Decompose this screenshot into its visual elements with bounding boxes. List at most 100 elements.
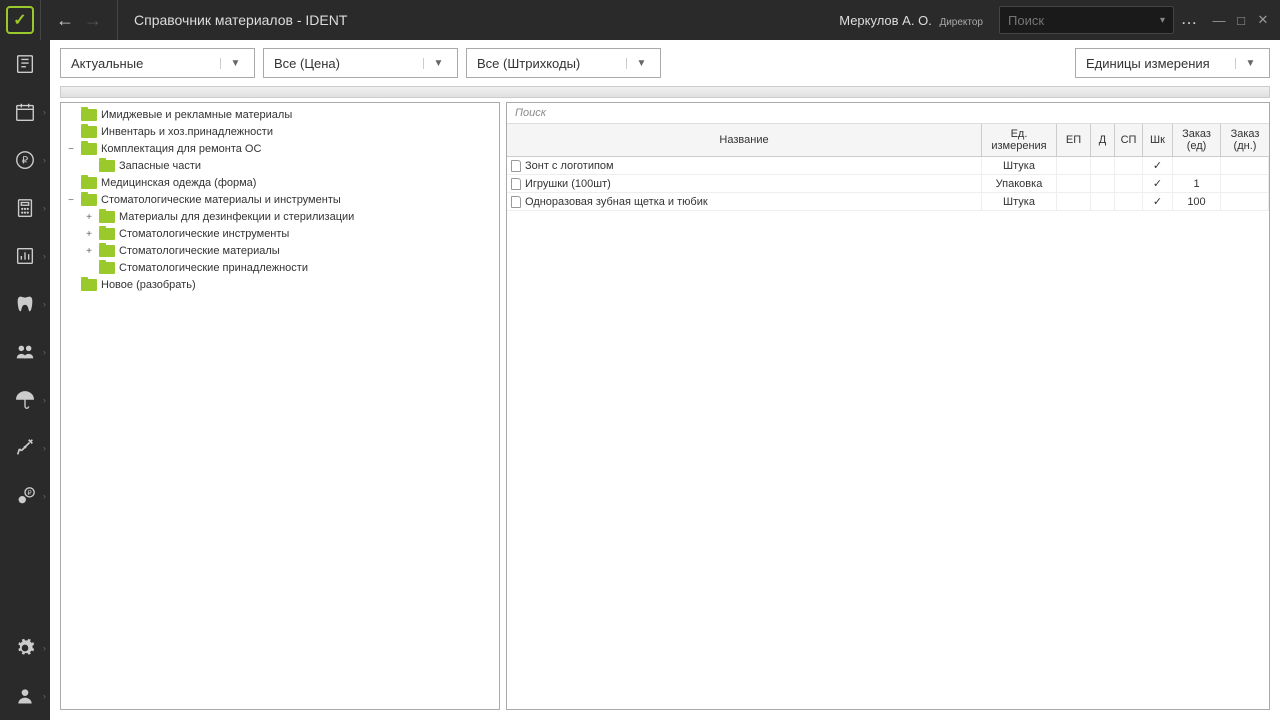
color-bar bbox=[60, 86, 1270, 98]
sidebar-item-refund[interactable]: ₽ › bbox=[0, 472, 50, 520]
table-row[interactable]: Игрушки (100шт)Упаковка✓1 bbox=[507, 175, 1269, 193]
back-button[interactable]: ← bbox=[51, 6, 79, 34]
forward-button[interactable]: → bbox=[79, 6, 107, 34]
col-shk[interactable]: Шк bbox=[1143, 124, 1173, 156]
tree-node[interactable]: Имиджевые и рекламные материалы bbox=[65, 107, 495, 123]
cell-order-days bbox=[1221, 193, 1269, 210]
sidebar-item-ruble[interactable]: ₽ › bbox=[0, 136, 50, 184]
filter-units[interactable]: Единицы измерения ▼ bbox=[1075, 48, 1270, 78]
col-order-ed[interactable]: Заказ (ед) bbox=[1173, 124, 1221, 156]
folder-icon bbox=[99, 160, 115, 172]
folder-icon bbox=[81, 109, 97, 121]
folder-icon bbox=[81, 126, 97, 138]
global-search[interactable]: ▾ bbox=[999, 6, 1174, 34]
sidebar-item-card[interactable] bbox=[0, 40, 50, 88]
tree-node[interactable]: Новое (разобрать) bbox=[65, 277, 495, 293]
app-logo[interactable]: ✓ bbox=[0, 0, 40, 40]
page-title: Справочник материалов - IDENT bbox=[118, 12, 827, 28]
sidebar-item-calendar[interactable]: › bbox=[0, 88, 50, 136]
col-name[interactable]: Название bbox=[507, 124, 982, 156]
expand-icon[interactable]: + bbox=[83, 246, 95, 257]
tree-node[interactable]: Стоматологические принадлежности bbox=[65, 260, 495, 276]
chevron-down-icon: ▼ bbox=[1235, 58, 1259, 69]
col-order-days[interactable]: Заказ (дн.) bbox=[1221, 124, 1269, 156]
folder-icon bbox=[99, 245, 115, 257]
category-tree[interactable]: Имиджевые и рекламные материалы Инвентарь… bbox=[60, 102, 500, 710]
filter-status[interactable]: Актуальные ▼ bbox=[60, 48, 255, 78]
tree-label: Новое (разобрать) bbox=[101, 279, 196, 291]
folder-icon bbox=[81, 194, 97, 206]
cell-sp bbox=[1115, 157, 1143, 174]
sidebar-item-syringe[interactable]: › bbox=[0, 424, 50, 472]
cell-order-days bbox=[1221, 157, 1269, 174]
user-name[interactable]: Меркулов А. О. Директор bbox=[827, 13, 995, 28]
sidebar-item-umbrella[interactable]: › bbox=[0, 376, 50, 424]
table-header-row: Название Ед. измерения ЕП Д СП Шк Заказ … bbox=[507, 124, 1269, 157]
expand-icon[interactable]: + bbox=[83, 229, 95, 240]
folder-icon bbox=[81, 177, 97, 189]
expand-icon[interactable]: − bbox=[65, 195, 77, 206]
tree-node[interactable]: −Стоматологические материалы и инструмен… bbox=[65, 192, 495, 208]
table-row[interactable]: Одноразовая зубная щетка и тюбикШтука ✓10… bbox=[507, 193, 1269, 211]
cell-shk: ✓ bbox=[1143, 157, 1173, 174]
svg-text:₽: ₽ bbox=[28, 490, 32, 497]
search-input[interactable] bbox=[1008, 13, 1156, 28]
tree-label: Материалы для дезинфекции и стерилизации bbox=[119, 211, 354, 223]
sidebar-item-tooth[interactable]: › bbox=[0, 280, 50, 328]
col-ep[interactable]: ЕП bbox=[1057, 124, 1091, 156]
tree-label: Инвентарь и хоз.принадлежности bbox=[101, 126, 273, 138]
content-area: Актуальные ▼ Все (Цена) ▼ Все (Штрихкоды… bbox=[50, 40, 1280, 720]
tree-node[interactable]: Запасные части bbox=[65, 158, 495, 174]
page-icon bbox=[511, 196, 521, 208]
titlebar: ✓ ← → Справочник материалов - IDENT Мерк… bbox=[0, 0, 1280, 40]
sidebar-item-settings[interactable]: › bbox=[0, 624, 50, 672]
more-button[interactable]: ... bbox=[1178, 13, 1202, 27]
cell-ep bbox=[1057, 175, 1091, 192]
chevron-down-icon: ▼ bbox=[220, 58, 244, 69]
table-row[interactable]: Зонт с логотипомШтука✓ bbox=[507, 157, 1269, 175]
cell-unit: Штука bbox=[982, 193, 1057, 210]
cell-shk: ✓ bbox=[1143, 193, 1173, 210]
materials-table: Поиск Название Ед. измерения ЕП Д СП Шк … bbox=[506, 102, 1270, 710]
filter-price[interactable]: Все (Цена) ▼ bbox=[263, 48, 458, 78]
tree-node[interactable]: Медицинская одежда (форма) bbox=[65, 175, 495, 191]
cell-name: Одноразовая зубная щетка и тюбик bbox=[507, 193, 982, 210]
cell-name: Зонт с логотипом bbox=[507, 157, 982, 174]
maximize-button[interactable]: □ bbox=[1230, 9, 1252, 31]
tree-label: Стоматологические материалы bbox=[119, 245, 280, 257]
folder-icon bbox=[99, 228, 115, 240]
folder-icon bbox=[81, 279, 97, 291]
cell-ep bbox=[1057, 193, 1091, 210]
col-d[interactable]: Д bbox=[1091, 124, 1115, 156]
sidebar-item-calc[interactable]: › bbox=[0, 184, 50, 232]
svg-text:₽: ₽ bbox=[22, 156, 29, 167]
sidebar-item-reports[interactable]: › bbox=[0, 232, 50, 280]
col-unit[interactable]: Ед. измерения bbox=[982, 124, 1057, 156]
sidebar-item-profile[interactable]: › bbox=[0, 672, 50, 720]
table-search-label[interactable]: Поиск bbox=[507, 103, 1269, 124]
col-sp[interactable]: СП bbox=[1115, 124, 1143, 156]
tree-node[interactable]: + Стоматологические материалы bbox=[65, 243, 495, 259]
close-button[interactable]: ✕ bbox=[1252, 9, 1274, 31]
minimize-button[interactable]: — bbox=[1208, 9, 1230, 31]
cell-d bbox=[1091, 157, 1115, 174]
tree-label: Комплектация для ремонта ОС bbox=[101, 143, 261, 155]
cell-order-ed: 1 bbox=[1173, 175, 1221, 192]
cell-name: Игрушки (100шт) bbox=[507, 175, 982, 192]
expand-icon[interactable]: − bbox=[65, 144, 77, 155]
cell-d bbox=[1091, 175, 1115, 192]
tree-node[interactable]: − Комплектация для ремонта ОС bbox=[65, 141, 495, 157]
tree-node[interactable]: +Стоматологические инструменты bbox=[65, 226, 495, 242]
tree-node[interactable]: + Материалы для дезинфекции и стерилизаци… bbox=[65, 209, 495, 225]
cell-order-ed bbox=[1173, 157, 1221, 174]
cell-sp bbox=[1115, 193, 1143, 210]
tree-node[interactable]: Инвентарь и хоз.принадлежности bbox=[65, 124, 495, 140]
table-body: Зонт с логотипомШтука✓Игрушки (100шт)Упа… bbox=[507, 157, 1269, 709]
cell-ep bbox=[1057, 157, 1091, 174]
filter-barcodes[interactable]: Все (Штрихкоды) ▼ bbox=[466, 48, 661, 78]
sidebar-item-users[interactable]: › bbox=[0, 328, 50, 376]
expand-icon[interactable]: + bbox=[83, 212, 95, 223]
cell-d bbox=[1091, 193, 1115, 210]
cell-order-ed: 100 bbox=[1173, 193, 1221, 210]
chevron-down-icon: ▼ bbox=[423, 58, 447, 69]
